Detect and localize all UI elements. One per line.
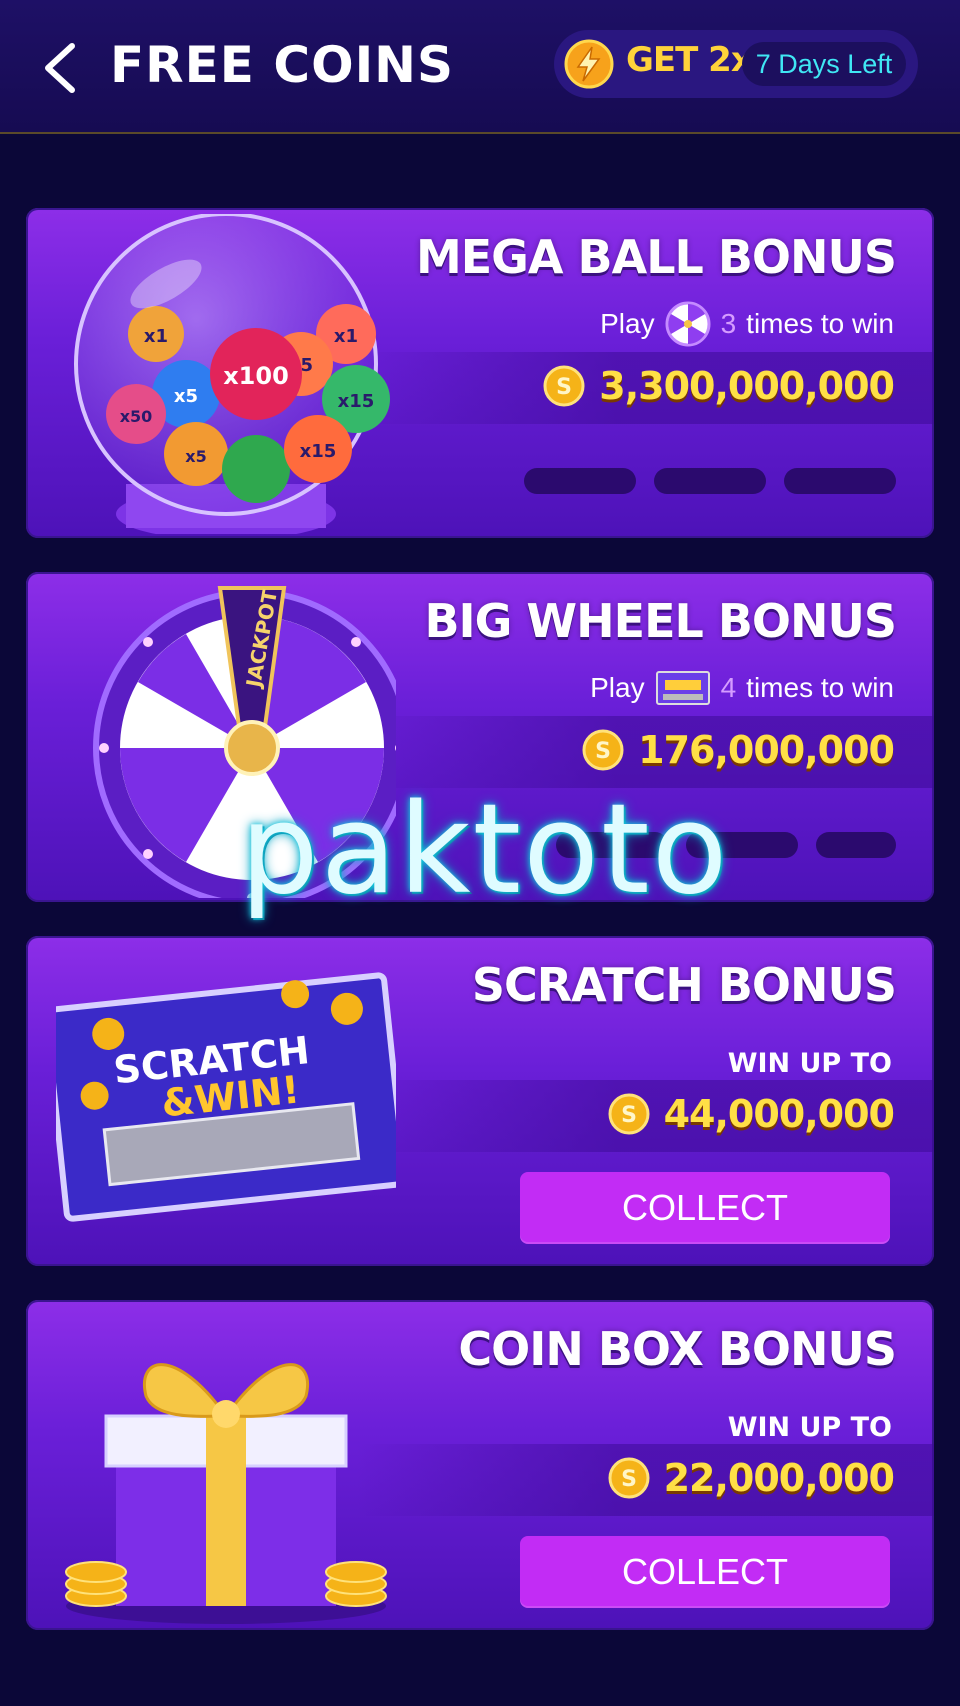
ball-label: x50 [120,407,153,426]
collect-button[interactable]: COLLECT [520,1172,890,1244]
reward-amount: S 44,000,000 [608,1086,895,1142]
coin-icon: S [608,1457,650,1499]
page-title: FREE COINS [110,36,455,94]
days-left-text: 7 Days Left [755,49,893,79]
scratch-win-card-icon: SCRATCH &WIN! [56,972,396,1222]
play-suffix: times to win [746,308,894,339]
play-prefix: Play [600,308,655,339]
collect-button-label: COLLECT [621,1187,789,1228]
win-up-to-label: WIN UP TO [727,1048,892,1079]
mega-ball-bonus-card[interactable]: x1 x1 x5 x50 x5 x15 x100 x5 x15 MEGA BAL… [26,208,934,538]
chevron-left-icon [45,43,75,93]
coin-box-bonus-card[interactable]: COIN BOX BONUS WIN UP TO S 22,000,000 CO… [26,1300,934,1630]
card-title: SCRATCH BONUS [471,958,897,1012]
amount-value: 44,000,000 [663,1092,895,1136]
amount-value: 22,000,000 [663,1456,895,1500]
card-title: MEGA BALL BONUS [415,230,897,284]
svg-text:S: S [595,739,611,764]
card-title: BIG WHEEL BONUS [424,594,897,648]
amount-value: 176,000,000 [638,728,895,772]
svg-text:S: S [621,1467,637,1492]
top-bar: FREE COINS GET 2x 7 Days Left [0,0,960,134]
ball-label: x15 [300,441,337,462]
ball-label: x5 [174,386,198,407]
watermark: paktoto [240,778,730,922]
days-left-badge: 7 Days Left [742,42,906,86]
ball-label: x15 [338,391,375,412]
mega-ball-globe-icon: x1 x1 x5 x50 x5 x15 x100 x5 x15 [74,214,390,534]
play-suffix: times to win [746,672,894,703]
coin-icon: S [582,729,624,771]
play-count: 3 [720,308,737,339]
ball-label: x1 [144,326,168,347]
progress-segment [816,832,896,858]
coin-icon: S [543,365,585,407]
reward-amount: S 22,000,000 [608,1450,895,1506]
play-requirement: Play 4 times to win [590,664,894,712]
progress-segment [784,468,896,494]
lightning-icon [564,39,614,89]
play-requirement: Play 3 times to win [600,300,894,348]
amount-value: 3,300,000,000 [599,364,895,408]
progress-track [524,468,896,494]
win-up-to-label: WIN UP TO [727,1412,892,1443]
ball-label: x5 [185,447,206,466]
booster-pill[interactable]: GET 2x 7 Days Left [554,30,918,98]
scratch-bonus-card[interactable]: SCRATCH &WIN! SCRATCH BONUS WIN UP TO S … [26,936,934,1266]
ball-label: x1 [334,326,358,347]
collect-button-label: COLLECT [621,1551,789,1592]
gift-box-icon [65,1363,387,1624]
collect-button[interactable]: COLLECT [520,1536,890,1608]
svg-text:S: S [556,375,572,400]
card-title: COIN BOX BONUS [458,1322,897,1376]
progress-segment [524,468,636,494]
booster-label: GET 2x [626,40,753,80]
scratch-card-icon [655,671,710,705]
reward-amount: S 176,000,000 [582,722,895,778]
progress-segment [654,468,766,494]
back-button[interactable] [40,40,84,96]
reward-amount: S 3,300,000,000 [543,358,895,414]
svg-text:S: S [621,1103,637,1128]
coin-icon: S [608,1093,650,1135]
play-count: 4 [720,672,737,703]
play-prefix: Play [590,672,645,703]
ball-label: x100 [223,362,289,390]
mega-wheel-icon [665,301,711,347]
